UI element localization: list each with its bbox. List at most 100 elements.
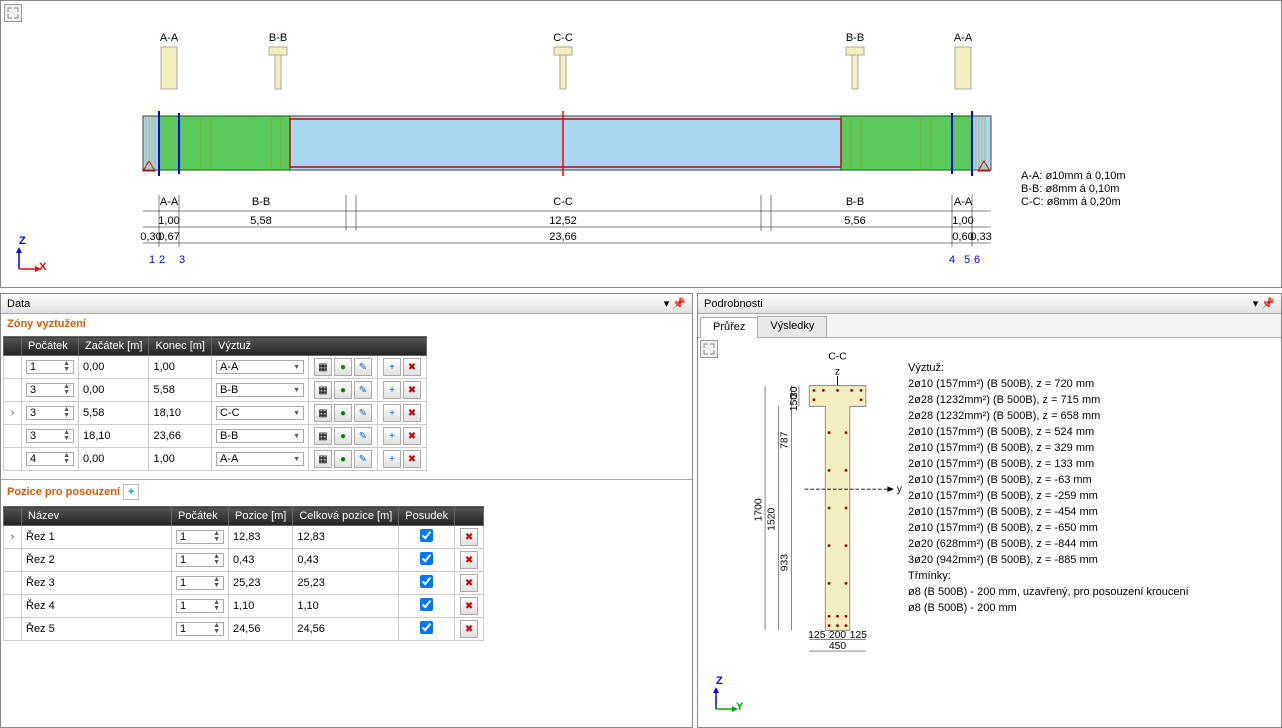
konec-cell[interactable]: 1,00: [149, 448, 212, 471]
dropdown-icon[interactable]: ▾: [1253, 297, 1259, 310]
status-button[interactable]: ●: [334, 404, 352, 422]
delete-button[interactable]: ✖: [403, 404, 421, 422]
status-button[interactable]: ●: [334, 450, 352, 468]
row-handle[interactable]: [4, 356, 22, 379]
pozice-cell[interactable]: 25,23: [229, 572, 293, 595]
tab-vysledky[interactable]: Výsledky: [757, 316, 827, 337]
celkova-cell[interactable]: 12,83: [293, 526, 399, 549]
edit-button[interactable]: ✎: [354, 381, 372, 399]
celkova-cell[interactable]: 1,10: [293, 595, 399, 618]
nazev-cell[interactable]: Řez 4: [22, 595, 172, 618]
svg-text:3: 3: [179, 254, 185, 266]
nazev-cell[interactable]: Řez 1: [22, 526, 172, 549]
celkova-cell[interactable]: 24,56: [293, 618, 399, 641]
data-panel-title: Data: [7, 298, 30, 310]
delete-button[interactable]: ✖: [460, 597, 478, 615]
props-button[interactable]: ▦: [314, 381, 332, 399]
konec-cell[interactable]: 5,58: [149, 379, 212, 402]
svg-text:5,56: 5,56: [844, 215, 865, 227]
add-button[interactable]: +: [383, 358, 401, 376]
row-handle[interactable]: [4, 618, 22, 641]
col-pocatek[interactable]: Počátek: [22, 337, 79, 356]
zacatek-cell[interactable]: 0,00: [79, 356, 149, 379]
pin-icon[interactable]: 📌: [1261, 297, 1275, 310]
delete-button[interactable]: ✖: [460, 574, 478, 592]
delete-button[interactable]: ✖: [403, 381, 421, 399]
celkova-cell[interactable]: 25,23: [293, 572, 399, 595]
zacatek-cell[interactable]: 0,00: [79, 379, 149, 402]
zacatek-cell[interactable]: 0,00: [79, 448, 149, 471]
celkova-cell[interactable]: 0,43: [293, 549, 399, 572]
delete-button[interactable]: ✖: [460, 551, 478, 569]
data-panel-header[interactable]: Data ▾ 📌: [1, 294, 692, 314]
delete-button[interactable]: ✖: [403, 358, 421, 376]
pozice-cell[interactable]: 0,43: [229, 549, 293, 572]
pocatek-spinner: 3▲▼: [26, 429, 74, 443]
tab-prurez[interactable]: Průřez: [700, 317, 758, 338]
konec-cell[interactable]: 23,66: [149, 425, 212, 448]
row-handle[interactable]: [4, 549, 22, 572]
row-handle[interactable]: [4, 572, 22, 595]
posudek-checkbox: [420, 529, 433, 542]
add-position-button[interactable]: +: [123, 484, 139, 500]
col-nazev[interactable]: Název: [22, 507, 172, 526]
col-posudek[interactable]: Posudek: [399, 507, 455, 526]
delete-button[interactable]: ✖: [403, 427, 421, 445]
detail-panel: Podrobnosti ▾ 📌 Průřez Výsledky C-C z: [697, 293, 1282, 728]
svg-text:200: 200: [829, 630, 847, 641]
props-button[interactable]: ▦: [314, 427, 332, 445]
pozice-cell[interactable]: 24,56: [229, 618, 293, 641]
svg-text:12,52: 12,52: [549, 215, 577, 227]
status-button[interactable]: ●: [334, 427, 352, 445]
pozice-cell[interactable]: 1,10: [229, 595, 293, 618]
status-button[interactable]: ●: [334, 381, 352, 399]
konec-cell[interactable]: 18,10: [149, 402, 212, 425]
nazev-cell[interactable]: Řez 2: [22, 549, 172, 572]
add-button[interactable]: +: [383, 427, 401, 445]
nazev-cell[interactable]: Řez 5: [22, 618, 172, 641]
status-button[interactable]: ●: [334, 358, 352, 376]
delete-button[interactable]: ✖: [403, 450, 421, 468]
add-button[interactable]: +: [383, 404, 401, 422]
main-viewport[interactable]: A-A B-B C-C B-B A-A: [0, 0, 1282, 288]
add-button[interactable]: +: [383, 381, 401, 399]
col-zacatek[interactable]: Začátek [m]: [79, 337, 149, 356]
col-celkova[interactable]: Celková pozice [m]: [293, 507, 399, 526]
vyztuz-combo: C-C▼: [216, 406, 304, 420]
row-handle[interactable]: [4, 448, 22, 471]
zacatek-cell[interactable]: 5,58: [79, 402, 149, 425]
pocatek-spinner: 1▲▼: [176, 553, 224, 567]
konec-cell[interactable]: 1,00: [149, 356, 212, 379]
edit-button[interactable]: ✎: [354, 358, 372, 376]
pocatek-spinner: 1▲▼: [176, 530, 224, 544]
edit-button[interactable]: ✎: [354, 427, 372, 445]
pin-icon[interactable]: 📌: [672, 297, 686, 310]
col-pozice[interactable]: Pozice [m]: [229, 507, 293, 526]
edit-button[interactable]: ✎: [354, 450, 372, 468]
add-button[interactable]: +: [383, 450, 401, 468]
edit-button[interactable]: ✎: [354, 404, 372, 422]
row-handle[interactable]: ›: [4, 402, 22, 425]
svg-text:787: 787: [780, 431, 791, 449]
expand-detail-button[interactable]: [700, 340, 718, 358]
row-handle[interactable]: ›: [4, 526, 22, 549]
delete-button[interactable]: ✖: [460, 620, 478, 638]
row-handle[interactable]: [4, 595, 22, 618]
delete-button[interactable]: ✖: [460, 528, 478, 546]
svg-text:C-C: ø8mm á 0,20m: C-C: ø8mm á 0,20m: [1021, 196, 1121, 208]
dropdown-icon[interactable]: ▾: [664, 297, 670, 310]
props-button[interactable]: ▦: [314, 358, 332, 376]
col-pocatek2[interactable]: Počátek: [172, 507, 229, 526]
props-button[interactable]: ▦: [314, 404, 332, 422]
row-handle[interactable]: [4, 425, 22, 448]
positions-section-title: Pozice pro posouzení +: [1, 480, 692, 504]
props-button[interactable]: ▦: [314, 450, 332, 468]
pozice-cell[interactable]: 12,83: [229, 526, 293, 549]
col-vyztuz[interactable]: Výztuž: [212, 337, 427, 356]
svg-text:6: 6: [974, 254, 980, 266]
detail-panel-header[interactable]: Podrobnosti ▾ 📌: [698, 294, 1281, 314]
nazev-cell[interactable]: Řez 3: [22, 572, 172, 595]
col-konec[interactable]: Konec [m]: [149, 337, 212, 356]
row-handle[interactable]: [4, 379, 22, 402]
zacatek-cell[interactable]: 18,10: [79, 425, 149, 448]
